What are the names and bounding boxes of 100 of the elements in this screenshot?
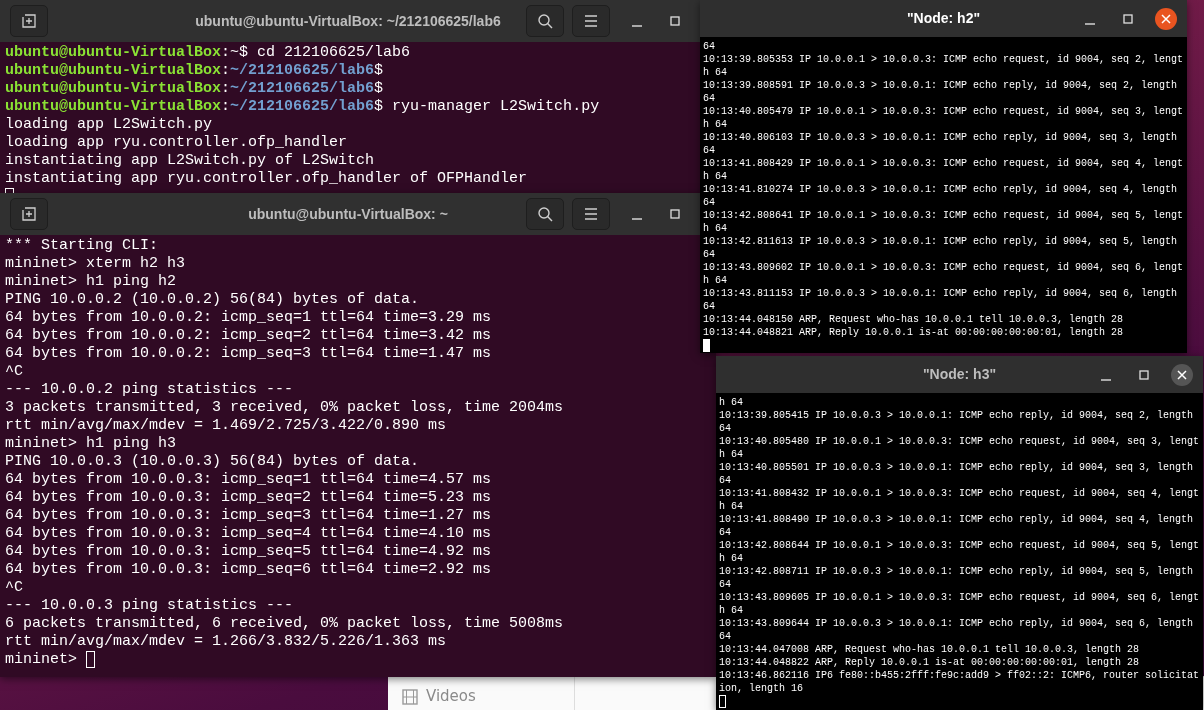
terminal-line: 64	[703, 196, 715, 209]
close-icon	[1161, 13, 1171, 24]
terminal-line: ^C	[5, 579, 23, 597]
terminal-line: h 64	[719, 552, 743, 565]
terminal-line: h 64	[703, 274, 727, 287]
terminal-line: 10:13:40.805501 IP 10.0.0.3 > 10.0.0.1: ICMP echo reply, id 9004, seq 3, length	[719, 461, 1194, 474]
terminal-line: 64 bytes from 10.0.0.3: icmp_seq=4 ttl=64 time=4.10 ms	[5, 525, 492, 543]
terminal-line: 10:13:42.808644 IP 10.0.0.1 > 10.0.0.3: ICMP echo request, id 9004, seq 5, lengt	[719, 539, 1200, 552]
terminal-line: 10:13:42.808711 IP 10.0.0.3 > 10.0.0.1: ICMP echo reply, id 9004, seq 5, length	[719, 565, 1194, 578]
window-title: ubuntu@ubuntu-VirtualBox: ~/212106625/lab6	[195, 11, 501, 31]
search-icon	[537, 206, 553, 222]
terminal-line: 10:13:39.805353 IP 10.0.0.1 > 10.0.0.3: ICMP echo request, id 9004, seq 2, lengt	[703, 53, 1184, 66]
terminal-line: 10:13:44.048821 ARP, Reply 10.0.0.1 is-at 00:00:00:00:00:01, length 28	[703, 326, 1124, 339]
terminal-line: 10:13:39.808591 IP 10.0.0.3 > 10.0.0.1: ICMP echo reply, id 9004, seq 2, length	[703, 79, 1178, 92]
terminal-line: 10:13:43.809605 IP 10.0.0.1 > 10.0.0.3: ICMP echo request, id 9004, seq 6, lengt	[719, 591, 1200, 604]
terminal-line: instantiating app ryu.controller.ofp_handler of OFPHandler	[5, 170, 528, 188]
minimize-icon	[632, 25, 642, 27]
new-tab-button[interactable]	[10, 198, 48, 230]
terminal-line: PING 10.0.0.3 (10.0.0.3) 56(84) bytes of data.	[5, 453, 420, 471]
close-icon	[1177, 369, 1187, 380]
terminal-line: 64	[703, 144, 715, 157]
terminal-line: h 64	[719, 500, 743, 513]
terminal-line: 10:13:43.809644 IP 10.0.0.3 > 10.0.0.1: ICMP echo reply, id 9004, seq 6, length	[719, 617, 1194, 630]
maximize-icon	[1123, 13, 1133, 24]
terminal-line: 64	[719, 578, 731, 591]
terminal-line: 3 packets transmitted, 3 received, 0% packet loss, time 2004ms	[5, 399, 564, 417]
terminal-line: --- 10.0.0.3 ping statistics ---	[5, 597, 294, 615]
terminal-line: 6 packets transmitted, 6 received, 0% packet loss, time 5008ms	[5, 615, 564, 633]
terminal-line: h 64	[719, 604, 743, 617]
terminal-line: 64 bytes from 10.0.0.3: icmp_seq=3 ttl=64 time=1.27 ms	[5, 507, 492, 525]
search-icon	[537, 13, 553, 29]
terminal-line: 10:13:46.862116 IP6 fe80::b455:2fff:fe9c:add9 > ff02::2: ICMP6, router solicitat	[719, 669, 1200, 682]
menu-button[interactable]	[572, 198, 610, 230]
terminal-line: 64 bytes from 10.0.0.2: icmp_seq=2 ttl=64 time=3.42 ms	[5, 327, 492, 345]
terminal-line: h 64	[703, 66, 727, 79]
terminal-line: 10:13:44.047008 ARP, Request who-has 10.0.0.1 tell 10.0.0.3, length 28	[719, 643, 1140, 656]
terminal-line: h 64	[703, 222, 727, 235]
window-title: ubuntu@ubuntu-VirtualBox: ~	[248, 204, 448, 224]
minimize-icon	[632, 218, 642, 220]
terminal-line: 10:13:41.808432 IP 10.0.0.1 > 10.0.0.3: ICMP echo request, id 9004, seq 4, lengt	[719, 487, 1200, 500]
terminal-line: 64	[703, 40, 715, 53]
film-icon	[402, 688, 418, 705]
terminal-line: mininet> xterm h2 h3	[5, 255, 186, 273]
maximize-icon	[670, 209, 680, 219]
close-button[interactable]	[1155, 7, 1177, 30]
terminal-line: 64	[703, 248, 715, 261]
maximize-icon	[670, 16, 680, 26]
terminal-line: 10:13:41.808490 IP 10.0.0.3 > 10.0.0.1: ICMP echo reply, id 9004, seq 4, length	[719, 513, 1194, 526]
terminal-line: 10:13:43.809602 IP 10.0.0.1 > 10.0.0.3: ICMP echo request, id 9004, seq 6, lengt	[703, 261, 1184, 274]
terminal-line: 64 bytes from 10.0.0.2: icmp_seq=3 ttl=64 time=1.47 ms	[5, 345, 492, 363]
terminal-line: 10:13:39.805415 IP 10.0.0.3 > 10.0.0.1: ICMP echo reply, id 9004, seq 2, length	[719, 409, 1194, 422]
menu-button[interactable]	[572, 5, 610, 37]
minimize-icon	[1085, 22, 1095, 25]
minimize-icon	[1101, 378, 1111, 381]
terminal-line: ubuntu@ubuntu-VirtualBox:~$ cd 212106625/lab6	[5, 44, 411, 62]
terminal-line: 64	[703, 300, 715, 313]
terminal-line: PING 10.0.0.2 (10.0.0.2) 56(84) bytes of data.	[5, 291, 420, 309]
terminal-line: mininet> h1 ping h2	[5, 273, 177, 291]
terminal-line: rtt min/avg/max/mdev = 1.469/2.725/3.422/0.890 ms	[5, 417, 447, 435]
terminal-line: ubuntu@ubuntu-VirtualBox:~/212106625/lab6$	[5, 80, 384, 98]
terminal-line: 64	[719, 474, 731, 487]
window-title: "Node: h2"	[906, 9, 981, 28]
terminal-line: 10:13:40.806103 IP 10.0.0.3 > 10.0.0.1: ICMP echo reply, id 9004, seq 3, length	[703, 131, 1178, 144]
new-tab-button[interactable]	[10, 5, 48, 37]
terminal-line: 10:13:41.810274 IP 10.0.0.3 > 10.0.0.1: ICMP echo reply, id 9004, seq 4, length	[703, 183, 1178, 196]
terminal-line: 10:13:40.805479 IP 10.0.0.1 > 10.0.0.3: ICMP echo request, id 9004, seq 3, lengt	[703, 105, 1184, 118]
terminal-line: --- 10.0.0.2 ping statistics ---	[5, 381, 294, 399]
terminal-line: loading app L2Switch.py	[5, 116, 213, 134]
terminal-line: 64	[719, 422, 731, 435]
terminal-line: 64 bytes from 10.0.0.3: icmp_seq=6 ttl=64 time=2.92 ms	[5, 561, 492, 579]
terminal-line: h 64	[719, 448, 743, 461]
menu-icon	[584, 207, 598, 221]
terminal-line: 10:13:44.048150 ARP, Request who-has 10.0.0.1 tell 10.0.0.3, length 28	[703, 313, 1124, 326]
terminal-line: rtt min/avg/max/mdev = 1.266/3.832/5.226/1.363 ms	[5, 633, 447, 651]
terminal-line: loading app ryu.controller.ofp_handler	[5, 134, 348, 152]
terminal-line: ion, length 16	[719, 682, 803, 695]
terminal-line: 10:13:43.811153 IP 10.0.0.3 > 10.0.0.1: ICMP echo reply, id 9004, seq 6, length	[703, 287, 1178, 300]
new-tab-icon	[20, 205, 38, 223]
terminal-line: 10:13:40.805480 IP 10.0.0.1 > 10.0.0.3: ICMP echo request, id 9004, seq 3, lengt	[719, 435, 1200, 448]
terminal-line: 10:13:44.048822 ARP, Reply 10.0.0.1 is-at 00:00:00:00:00:01, length 28	[719, 656, 1140, 669]
terminal-line: ^C	[5, 363, 23, 381]
menu-icon	[584, 14, 598, 28]
terminal-line: 64 bytes from 10.0.0.3: icmp_seq=1 ttl=64 time=4.57 ms	[5, 471, 492, 489]
terminal-line: mininet> h1 ping h3	[5, 435, 177, 453]
search-button[interactable]	[526, 198, 564, 230]
search-button[interactable]	[526, 5, 564, 37]
terminal-line: *** Starting CLI:	[5, 237, 159, 255]
terminal-line: ubuntu@ubuntu-VirtualBox:~/212106625/lab6$ ryu-manager L2Switch.py	[5, 98, 600, 116]
window-title: "Node: h3"	[922, 365, 997, 384]
terminal-line: 64 bytes from 10.0.0.3: icmp_seq=2 ttl=64 time=5.23 ms	[5, 489, 492, 507]
terminal-line: h 64	[703, 118, 727, 131]
terminal-line: 64	[719, 630, 731, 643]
sidebar-item[interactable]: Videos	[402, 685, 476, 708]
terminal-line: 10:13:42.811613 IP 10.0.0.3 > 10.0.0.1: ICMP echo reply, id 9004, seq 5, length	[703, 235, 1178, 248]
terminal-line: 64 bytes from 10.0.0.3: icmp_seq=5 ttl=64 time=4.92 ms	[5, 543, 492, 561]
terminal-line: 10:13:42.808641 IP 10.0.0.1 > 10.0.0.3: ICMP echo request, id 9004, seq 5, lengt	[703, 209, 1184, 222]
terminal-line: 64	[719, 526, 731, 539]
close-button[interactable]	[1171, 363, 1193, 386]
terminal-prompt: mininet>	[5, 651, 78, 669]
terminal-line: h 64	[719, 396, 743, 409]
